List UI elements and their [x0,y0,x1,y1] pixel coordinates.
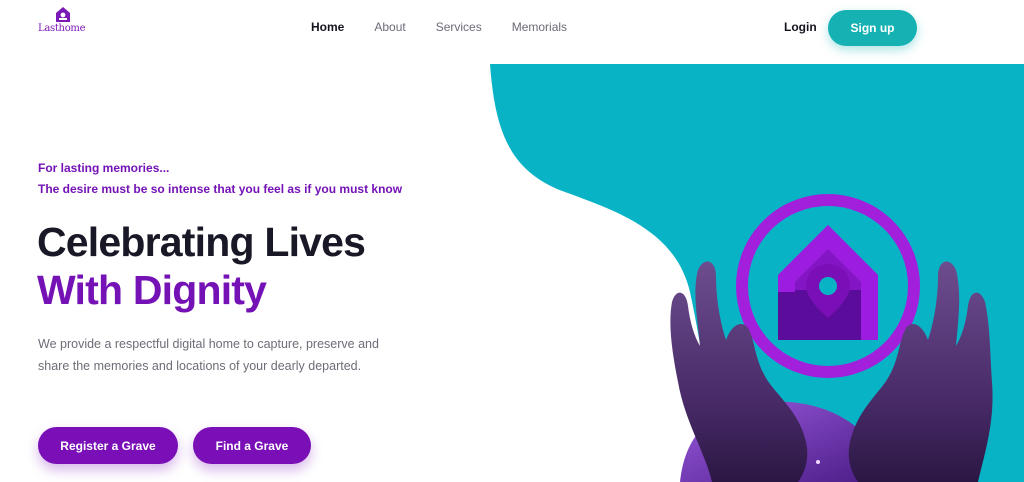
nav-item-memorials[interactable]: Memorials [512,20,567,36]
house-pin-icon [56,7,70,22]
signup-button[interactable]: Sign up [828,10,917,46]
hero-title: Celebrating Lives With Dignity [37,218,366,314]
hero-illustration [490,64,1024,482]
nav-item-home[interactable]: Home [311,20,344,36]
nav-item-services[interactable]: Services [436,20,482,36]
register-grave-button[interactable]: Register a Grave [38,427,178,464]
find-grave-button[interactable]: Find a Grave [193,427,311,464]
brand-name: Lasthome [38,23,86,34]
nav-item-about[interactable]: About [374,20,405,36]
hero-tagline: For lasting memories... The desire must … [38,158,402,200]
main-nav: Home About Services Memorials [311,20,567,36]
hero-title-line-1: Celebrating Lives [37,219,366,265]
sparkle [816,460,820,464]
brand-logo[interactable]: Lasthome [38,7,98,41]
tagline-line-2: The desire must be so intense that you f… [38,182,403,196]
hero-title-line-2: With Dignity [37,267,267,313]
login-link[interactable]: Login [784,20,817,34]
tagline-line-1: For lasting memories... [38,161,170,175]
hero-description: We provide a respectful digital home to … [38,337,379,373]
